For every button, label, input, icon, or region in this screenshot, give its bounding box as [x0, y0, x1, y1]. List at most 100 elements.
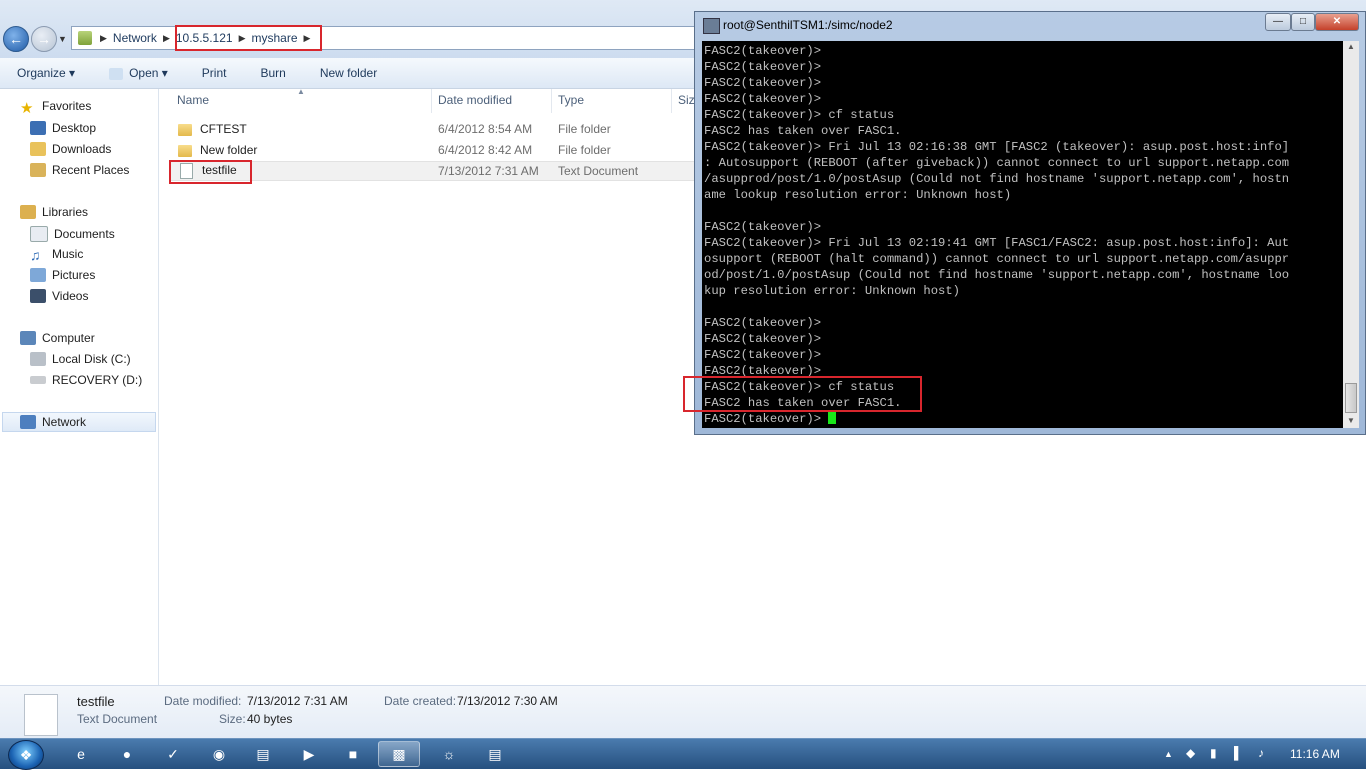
nav-recovery-disk[interactable]: RECOVERY (D:) [30, 373, 142, 387]
details-modified-label: Date modified: [164, 694, 242, 708]
details-pane: testfile Text Document Date modified: 7/… [0, 685, 1366, 739]
network-app-icon[interactable]: ☼ [428, 741, 470, 767]
internet-explorer-icon[interactable]: e [60, 741, 102, 767]
nav-pictures[interactable]: Pictures [30, 268, 95, 282]
terminal-screen[interactable]: FASC2(takeover)> FASC2(takeover)> FASC2(… [702, 41, 1343, 428]
terminal-scrollbar[interactable]: ▲ ▼ [1343, 41, 1359, 428]
putty-icon [703, 18, 720, 34]
details-modified-value: 7/13/2012 7:31 AM [247, 694, 348, 708]
column-divider[interactable] [431, 89, 432, 113]
column-header-name[interactable]: Name [177, 93, 209, 107]
details-filename: testfile [77, 694, 115, 709]
nav-local-disk[interactable]: Local Disk (C:) [30, 352, 131, 366]
details-size-value: 40 bytes [247, 712, 293, 726]
scroll-down-icon[interactable]: ▼ [1347, 416, 1355, 425]
documents-icon [30, 226, 48, 242]
minimize-icon: — [1273, 16, 1283, 27]
usb-icon[interactable]: ◆ [1186, 746, 1195, 760]
recent-places-icon [30, 163, 46, 177]
hp-icon[interactable]: ● [106, 741, 148, 767]
chevron-right-icon[interactable]: ▶ [163, 33, 170, 44]
burn-button[interactable]: Burn [243, 66, 302, 80]
text-document-icon [24, 694, 58, 736]
file-list: Name ▲ Date modified Type Size CFTEST 6/… [159, 87, 701, 685]
details-created-label: Date created: [384, 694, 457, 708]
folder-app-icon[interactable]: ■ [332, 741, 374, 767]
highlight-box-status [683, 376, 922, 412]
column-header-date[interactable]: Date modified [438, 93, 512, 107]
network-location-icon [78, 31, 92, 45]
highlight-box-file [169, 160, 252, 184]
nav-desktop[interactable]: Desktop [30, 121, 96, 135]
print-button[interactable]: Print [185, 66, 244, 80]
details-size-label: Size: [219, 712, 246, 726]
volume-muted-icon[interactable]: ♪ [1258, 746, 1264, 760]
start-button[interactable]: ❖ [8, 740, 44, 770]
address-box[interactable]: ▶ Network ▶ 10.5.5.121 ▶ myshare ▶ [71, 26, 698, 50]
new-folder-button[interactable]: New folder [303, 66, 394, 80]
maximize-icon: □ [1299, 16, 1307, 27]
nav-videos[interactable]: Videos [30, 289, 88, 303]
column-divider[interactable] [671, 89, 672, 113]
nav-libraries[interactable]: Libraries [20, 205, 88, 219]
open-button[interactable]: Open ▾ [92, 66, 185, 80]
media-icon[interactable]: ◉ [198, 741, 240, 767]
details-kind: Text Document [77, 712, 158, 726]
notepad-icon[interactable]: ▤ [474, 741, 516, 767]
nav-computer[interactable]: Computer [20, 331, 95, 345]
navigation-pane: ★ Favorites Desktop Downloads Recent Plac… [0, 89, 159, 685]
details-created-value: 7/13/2012 7:30 AM [457, 694, 558, 708]
nav-music[interactable]: ♫ Music [30, 247, 83, 263]
nav-network[interactable]: Network [20, 415, 86, 429]
column-header-type[interactable]: Type [558, 93, 584, 107]
nav-recent-places[interactable]: Recent Places [30, 163, 129, 177]
downloads-icon [30, 142, 46, 156]
nav-documents[interactable]: Documents [30, 226, 115, 242]
media-player-icon[interactable]: ▶ [288, 741, 330, 767]
putty-icon[interactable]: ▩ [378, 741, 420, 767]
back-button[interactable]: ← [3, 26, 29, 52]
libraries-icon [20, 205, 36, 219]
file-row[interactable]: CFTEST 6/4/2012 8:54 AM File folder [170, 119, 700, 139]
mail-icon[interactable]: ✓ [152, 741, 194, 767]
music-icon: ♫ [30, 247, 41, 263]
computer-icon [20, 331, 36, 345]
organize-button[interactable]: Organize ▾ [0, 66, 92, 80]
desktop-icon [30, 121, 46, 135]
windows-logo-icon: ❖ [19, 747, 33, 763]
close-icon: ✕ [1332, 16, 1342, 27]
drive-icon [30, 376, 46, 384]
nav-favorites[interactable]: ★ Favorites [20, 99, 91, 117]
folder-icon [178, 123, 192, 136]
nav-downloads[interactable]: Downloads [30, 142, 111, 156]
highlight-box-path [175, 25, 322, 51]
minimize-button[interactable]: — [1265, 13, 1291, 31]
explorer-icon[interactable]: ▤ [242, 741, 284, 767]
close-button[interactable]: ✕ [1315, 13, 1359, 31]
folder-icon [178, 144, 192, 157]
terminal-title: root@SenthilTSM1:/simc/node2 [723, 18, 893, 32]
terminal-cursor [828, 411, 837, 424]
battery-icon[interactable]: ▮ [1210, 746, 1217, 760]
star-icon: ★ [20, 100, 34, 117]
signal-icon[interactable]: ▌ [1234, 746, 1243, 760]
forward-button[interactable]: → [31, 26, 57, 52]
open-icon [109, 67, 124, 80]
network-icon [20, 415, 36, 429]
chevron-right-icon[interactable]: ▶ [100, 33, 107, 44]
file-row[interactable]: New folder 6/4/2012 8:42 AM File folder [170, 140, 700, 160]
terminal-output: FASC2(takeover)> FASC2(takeover)> FASC2(… [704, 44, 1290, 426]
back-arrow-icon: ← [9, 31, 23, 47]
forward-arrow-icon: → [37, 31, 51, 47]
maximize-button[interactable]: □ [1291, 13, 1315, 31]
clock[interactable]: 11:16 AM [1290, 747, 1340, 761]
scrollbar-thumb[interactable] [1345, 383, 1357, 413]
recent-pages-dropdown[interactable]: ▼ [58, 34, 67, 44]
show-hidden-icons[interactable]: ▲ [1164, 749, 1173, 759]
scroll-up-icon[interactable]: ▲ [1347, 42, 1355, 51]
breadcrumb-network[interactable]: Network [107, 31, 163, 45]
pictures-icon [30, 268, 46, 282]
taskbar: ❖ e ● ✓ ◉ ▤ ▶ ■ ▩ ☼ ▤ ▲ ◆ ▮ ▌ ♪ 11:16 AM [0, 738, 1366, 770]
column-divider[interactable] [551, 89, 552, 113]
terminal-window: root@SenthilTSM1:/simc/node2 — □ ✕ FASC2… [694, 11, 1366, 435]
